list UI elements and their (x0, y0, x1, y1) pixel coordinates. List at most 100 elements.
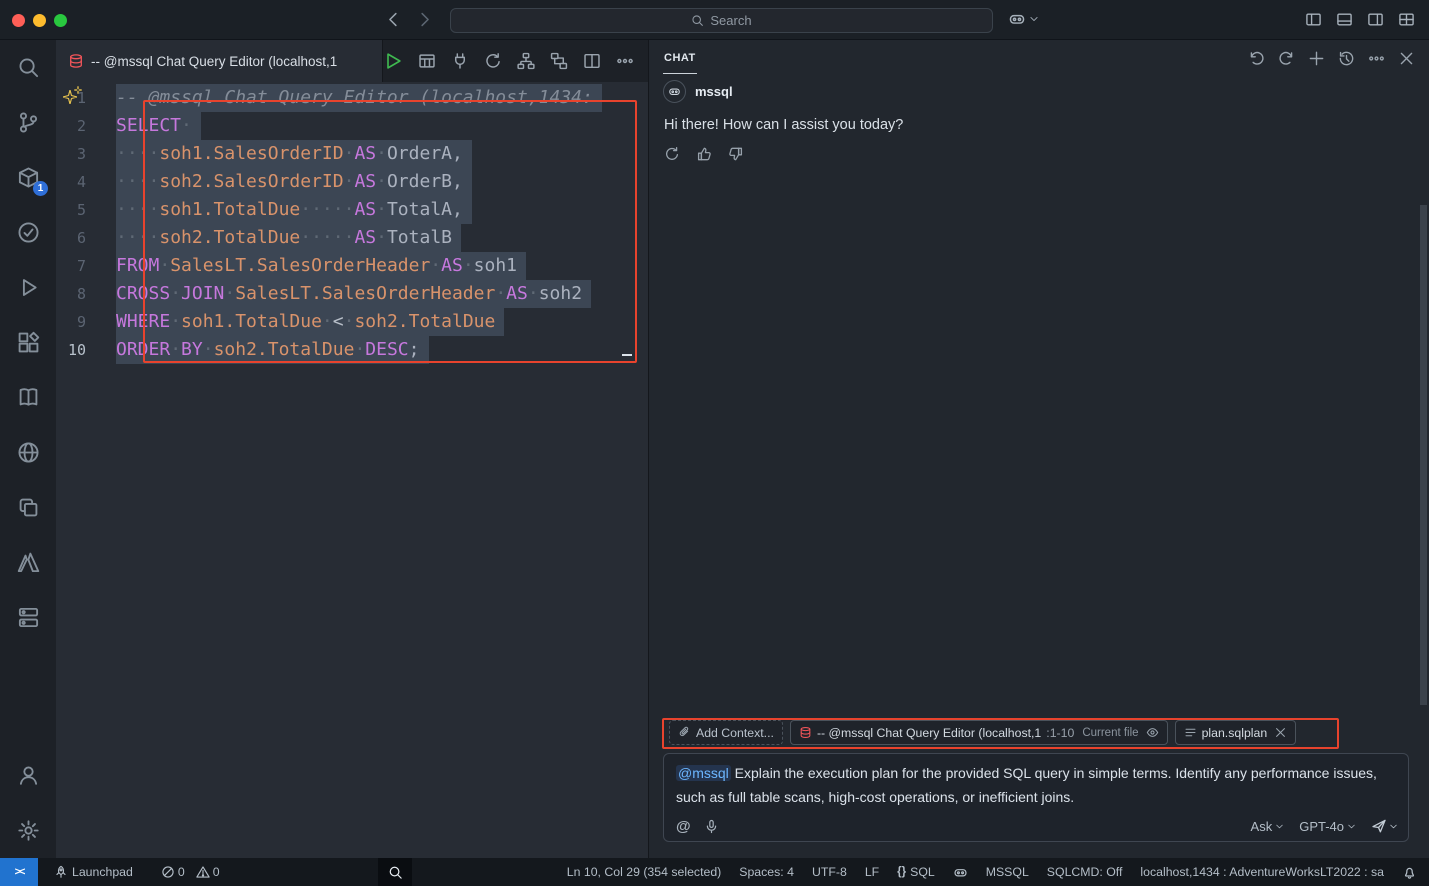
connection-status[interactable]: localhost,1434 : AdventureWorksLT2022 : … (1140, 865, 1384, 879)
code-line[interactable]: 7FROM·SalesLT.SalesOrderHeader·AS·soh1 (56, 252, 648, 280)
chat-input-text[interactable]: @mssql Explain the execution plan for th… (664, 754, 1408, 809)
regenerate-icon[interactable] (664, 146, 680, 162)
activity-search[interactable] (0, 40, 56, 95)
change-connection-icon[interactable] (484, 52, 502, 70)
command-center-search[interactable]: Search (450, 8, 993, 33)
maximize-window-button[interactable] (54, 14, 67, 27)
problems-indicator[interactable]: 0 0 (161, 865, 220, 879)
code-line[interactable]: 1-- @mssql Chat Query Editor (localhost,… (56, 84, 648, 112)
activity-source-control[interactable] (0, 95, 56, 150)
send-button[interactable] (1371, 818, 1398, 834)
toggle-secondary-sidebar-icon[interactable] (1367, 11, 1384, 28)
split-editor-icon[interactable] (583, 52, 601, 70)
indentation-indicator[interactable]: Spaces: 4 (739, 865, 794, 879)
forward-icon[interactable] (415, 10, 434, 29)
run-query-icon[interactable] (383, 51, 403, 71)
current-file-context-chip[interactable]: -- @mssql Chat Query Editor (localhost,1… (790, 720, 1168, 745)
code-line[interactable]: 4····soh2.SalesOrderID·AS·OrderB, (56, 168, 648, 196)
copilot-sparkle-icon[interactable] (63, 86, 85, 108)
activity-notebook[interactable] (0, 370, 56, 425)
chat-history-icon[interactable] (1338, 50, 1355, 67)
scrollbar[interactable] (1420, 205, 1427, 705)
launchpad-button[interactable]: Launchpad (54, 865, 133, 879)
undo-icon[interactable] (1248, 50, 1265, 67)
chat-mode-label: Ask (1251, 819, 1273, 834)
code-line[interactable]: 5····soh1.TotalDue·····AS·TotalA, (56, 196, 648, 224)
new-chat-icon[interactable] (1308, 50, 1325, 67)
more-actions-icon[interactable] (1368, 50, 1385, 67)
activity-github[interactable] (0, 425, 56, 480)
account-icon (17, 764, 40, 787)
settings-button[interactable] (0, 803, 56, 858)
activity-bar: 1 (0, 40, 56, 858)
notifications-bell-icon[interactable] (1402, 865, 1417, 880)
code-line[interactable]: 2SELECT· (56, 112, 648, 140)
minimize-window-button[interactable] (33, 14, 46, 27)
mention-button[interactable]: @ (676, 818, 691, 835)
editor-tab[interactable]: -- @mssql Chat Query Editor (localhost,1 (56, 40, 383, 82)
plan-sqlplan-chip[interactable]: plan.sqlplan (1175, 720, 1297, 745)
mssql-status[interactable]: MSSQL (986, 865, 1029, 879)
query-plan-icon[interactable] (550, 52, 568, 70)
account-button[interactable] (0, 748, 56, 803)
code-line-text: ····soh2.TotalDue·····AS·TotalB (116, 224, 461, 252)
results-grid-icon[interactable] (418, 52, 436, 70)
chat-footer: Add Context... -- @mssql Chat Query Edito… (649, 720, 1429, 858)
connect-icon[interactable] (451, 52, 469, 70)
chat-input[interactable]: @mssql Explain the execution plan for th… (663, 753, 1409, 842)
activity-azure[interactable] (0, 535, 56, 590)
toggle-panel-icon[interactable] (1336, 11, 1353, 28)
code-line[interactable]: 3····soh1.SalesOrderID·AS·OrderA, (56, 140, 648, 168)
eol-indicator[interactable]: LF (865, 865, 879, 879)
code-line[interactable]: 10ORDER·BY·soh2.TotalDue·DESC; (56, 336, 648, 364)
microphone-icon[interactable] (704, 819, 719, 834)
activity-run-debug[interactable] (0, 260, 56, 315)
chevron-down-icon (1389, 822, 1398, 831)
code-line[interactable]: 9WHERE·soh1.TotalDue·<·soh2.TotalDue (56, 308, 648, 336)
code-line[interactable]: 8CROSS·JOIN·SalesLT.SalesOrderHeader·AS·… (56, 280, 648, 308)
mssql-mention: @mssql (676, 765, 731, 781)
toggle-primary-sidebar-icon[interactable] (1305, 11, 1322, 28)
prompt-text: Explain the execution plan for the provi… (676, 765, 1377, 805)
chat-mode-dropdown[interactable]: Ask (1251, 819, 1285, 834)
code-line[interactable]: 6····soh2.TotalDue·····AS·TotalB (56, 224, 648, 252)
vscode-window: Search 1 (0, 0, 1429, 886)
activity-workspace[interactable]: 1 (0, 150, 56, 205)
activity-testing[interactable] (0, 205, 56, 260)
model-picker-dropdown[interactable]: GPT-4o (1299, 819, 1356, 834)
remote-indicator[interactable]: >< (0, 858, 38, 886)
close-icon[interactable] (1398, 50, 1415, 67)
activity-sql-tools[interactable] (0, 590, 56, 645)
errors-icon (161, 865, 175, 879)
db-icon (799, 726, 812, 739)
redo-icon[interactable] (1278, 50, 1295, 67)
window-controls (12, 14, 67, 27)
code-line-text: ORDER·BY·soh2.TotalDue·DESC; (116, 336, 429, 364)
play-outline-icon (17, 276, 40, 299)
close-icon[interactable] (1274, 726, 1287, 739)
chevron-down-icon (1275, 822, 1284, 831)
copilot-menu-button[interactable] (1008, 10, 1039, 28)
activity-extensions[interactable] (0, 315, 56, 370)
copilot-status-icon[interactable] (953, 865, 968, 880)
more-actions-icon[interactable] (616, 52, 634, 70)
thumbs-down-icon[interactable] (728, 146, 744, 162)
warnings-count: 0 (213, 865, 220, 879)
close-window-button[interactable] (12, 14, 25, 27)
back-icon[interactable] (384, 10, 403, 29)
thumbs-up-icon[interactable] (696, 146, 712, 162)
language-mode[interactable]: {} SQL (897, 865, 935, 879)
zoom-indicator[interactable] (378, 858, 412, 886)
sqlcmd-status[interactable]: SQLCMD: Off (1047, 865, 1123, 879)
tab-title: -- @mssql Chat Query Editor (localhost,1 (91, 54, 337, 69)
schema-hierarchy-icon[interactable] (517, 52, 535, 70)
eye-icon[interactable] (1146, 726, 1159, 739)
add-context-chip[interactable]: Add Context... (669, 720, 783, 745)
activity-remote-explorer[interactable] (0, 480, 56, 535)
braces-icon: {} (897, 866, 906, 878)
customize-layout-icon[interactable] (1398, 11, 1415, 28)
launchpad-icon (54, 865, 68, 879)
code-editor[interactable]: 1-- @mssql Chat Query Editor (localhost,… (56, 82, 648, 858)
cursor-position[interactable]: Ln 10, Col 29 (354 selected) (567, 865, 722, 879)
encoding-indicator[interactable]: UTF-8 (812, 865, 847, 879)
